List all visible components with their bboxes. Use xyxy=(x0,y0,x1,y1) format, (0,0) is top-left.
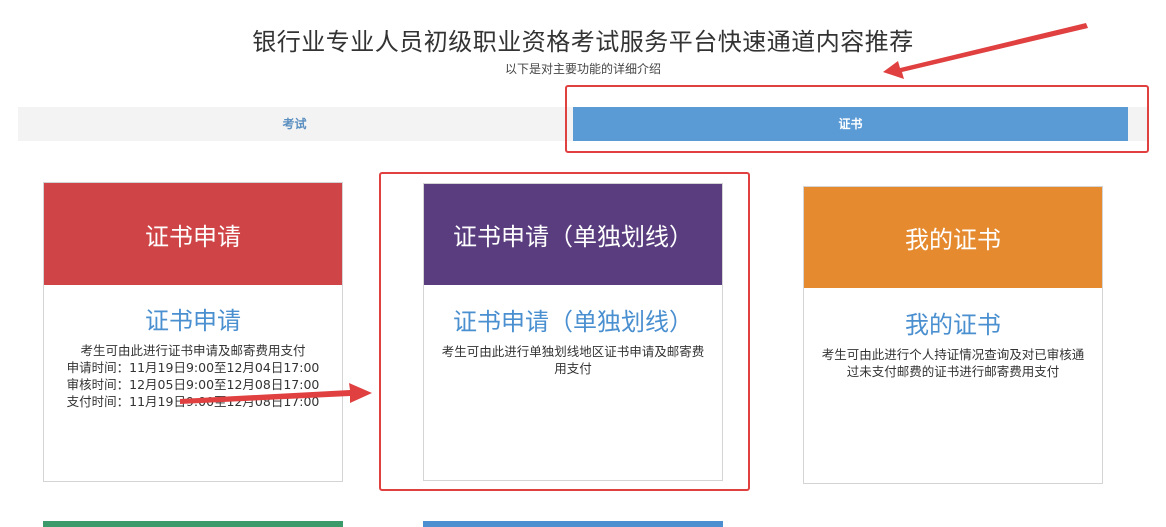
annotation-arrow xyxy=(180,383,372,404)
annotation-arrow xyxy=(883,23,1088,79)
annotation-arrows xyxy=(180,23,1088,404)
